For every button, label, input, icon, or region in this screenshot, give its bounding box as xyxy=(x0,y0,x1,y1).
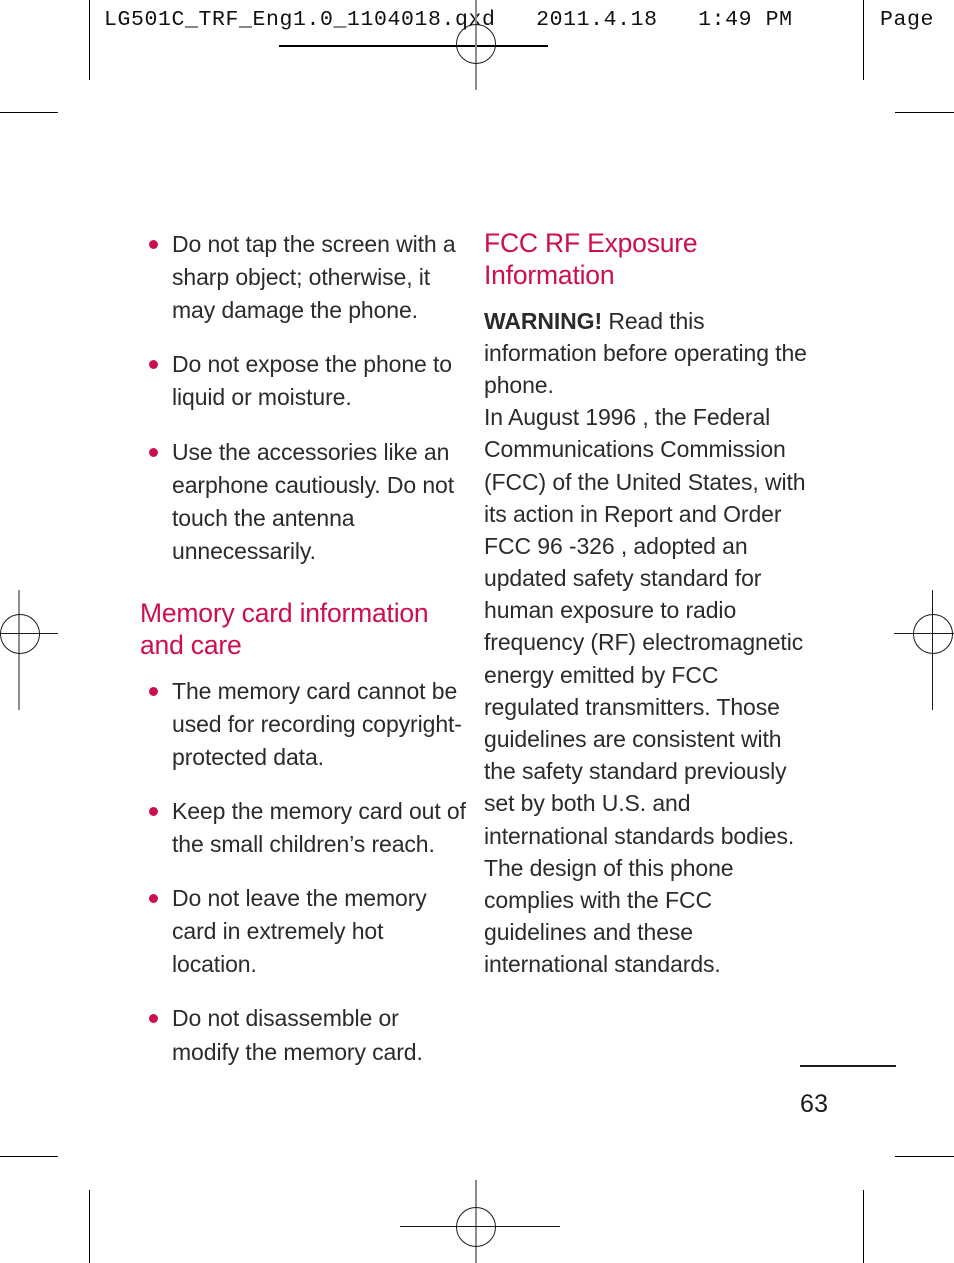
list-item: The memory card cannot be used for recor… xyxy=(140,675,470,774)
list-item: Do not leave the memory card in extremel… xyxy=(140,882,470,981)
left-column-top-bullet-list: Do not tap the screen with a sharp objec… xyxy=(140,228,470,568)
memory-card-section-heading: Memory card information and care xyxy=(140,597,429,660)
page-content: Do not tap the screen with a sharp objec… xyxy=(0,0,954,1263)
list-item: Do not tap the screen with a sharp objec… xyxy=(140,228,470,327)
left-column: Do not tap the screen with a sharp objec… xyxy=(140,228,470,1069)
list-item: Use the accessories like an earphone cau… xyxy=(140,436,470,568)
warning-label: WARNING! xyxy=(484,307,603,334)
right-column: FCC RF Exposure Information WARNING! Rea… xyxy=(484,228,809,981)
fcc-body-paragraph: In August 1996 , the Federal Communicati… xyxy=(484,404,806,978)
footer-rule xyxy=(800,1065,896,1067)
page-number: 63 xyxy=(800,1090,829,1118)
fcc-warning-paragraph: WARNING! Read this information before op… xyxy=(484,305,809,402)
list-item: Do not expose the phone to liquid or moi… xyxy=(140,348,470,414)
list-item: Keep the memory card out of the small ch… xyxy=(140,795,470,861)
memory-card-bullet-list: The memory card cannot be used for recor… xyxy=(140,675,470,1069)
list-item: Do not disassemble or modify the memory … xyxy=(140,1002,470,1068)
fcc-rf-exposure-section-heading: FCC RF Exposure Information xyxy=(484,228,698,290)
document-page: LG501C_TRF_Eng1.0_1104018.qxd 2011.4.18 … xyxy=(0,0,954,1263)
